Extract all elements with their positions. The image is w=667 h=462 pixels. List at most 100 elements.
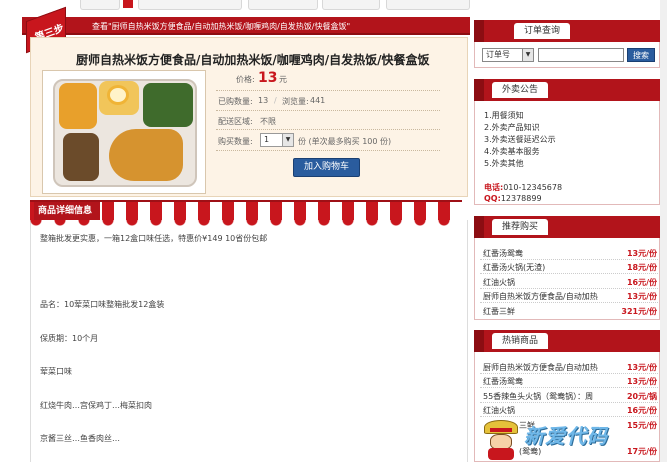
qty-label: 购买数量: xyxy=(218,137,253,146)
item-price: 20元/锅 xyxy=(626,392,657,401)
qq-value: 12378899 xyxy=(500,194,542,203)
area-label: 配送区域: xyxy=(218,117,253,126)
divider xyxy=(480,302,658,303)
item-name[interactable]: 红番汤鸳鸯 xyxy=(483,248,603,259)
item-price: 13元/份 xyxy=(626,363,657,372)
product-photo[interactable] xyxy=(42,70,206,194)
scrollbar[interactable] xyxy=(660,0,667,462)
divider xyxy=(480,288,658,289)
detail-line: 红烧牛肉…宫保鸡丁…梅菜扣肉 xyxy=(40,401,152,410)
recommend-item[interactable]: 红番三鲜 321元/份 xyxy=(483,306,657,319)
phone-line: 电话:010-12345678 xyxy=(484,182,562,193)
top-toolbar-strip xyxy=(0,0,667,16)
detail-tab[interactable]: 商品详细信息 xyxy=(34,202,100,220)
divider xyxy=(480,402,658,403)
price-label: 价格: xyxy=(236,75,255,84)
notice-item[interactable]: 5.外卖其他 xyxy=(484,158,524,169)
product-title: 厨师自热米饭方便食品/自动加热米饭/咖喱鸡肉/自发热饭/快餐盒饭 xyxy=(76,53,430,67)
toolbar-tab[interactable] xyxy=(138,0,242,10)
detail-line: 品名：10荤菜口味整箱批发12盒装 xyxy=(40,300,165,309)
hot-title: 热销商品 xyxy=(492,333,549,349)
egg-image xyxy=(107,85,129,105)
hot-header: 热销商品 xyxy=(474,330,660,352)
notice-title: 外卖公告 xyxy=(492,82,549,98)
order-type-select[interactable]: 订单号 ▼ xyxy=(482,48,534,62)
item-price: 13元/份 xyxy=(626,377,657,386)
divider xyxy=(216,110,440,111)
food-compartment xyxy=(59,83,97,129)
item-price: 16元/份 xyxy=(626,406,657,415)
item-name[interactable]: 厨师自热米饭方便食品/自动加热 xyxy=(483,362,603,373)
notice-item[interactable]: 2.外卖产品知识 xyxy=(484,122,540,133)
search-button[interactable]: 搜索 xyxy=(627,48,655,62)
qty-note: 份 (单次最多购买 100 份) xyxy=(298,137,392,146)
item-price: 13元/份 xyxy=(626,249,657,258)
notice-item[interactable]: 1.用餐须知 xyxy=(484,110,524,121)
awning-scallop xyxy=(30,220,462,226)
item-name[interactable]: 红油火锅 xyxy=(483,405,603,416)
divider xyxy=(480,387,658,388)
divider xyxy=(480,273,658,274)
item-name[interactable]: 红番三鲜 xyxy=(483,306,603,317)
order-search-input[interactable] xyxy=(538,48,624,62)
order-query-header: 订单查询 xyxy=(474,20,660,42)
divider xyxy=(216,150,440,151)
toolbar-tab[interactable] xyxy=(248,0,318,10)
quantity-select[interactable]: 1 ▼ xyxy=(260,133,294,147)
mascot-image xyxy=(482,418,520,460)
brand-mark-icon xyxy=(123,0,133,8)
toolbar-tab[interactable] xyxy=(322,0,380,10)
price-value: 13 xyxy=(258,70,278,86)
toolbar-tab[interactable] xyxy=(80,0,120,10)
phone-label: 电话: xyxy=(484,183,504,192)
phone-value: 010-12345678 xyxy=(503,183,563,192)
item-name[interactable]: 红油火锅 xyxy=(483,277,603,288)
sold-count: 13 xyxy=(258,96,269,105)
item-price: 321元/份 xyxy=(621,307,657,316)
item-name[interactable]: 55香辣鱼头火锅（鸳鸯锅）：周 xyxy=(483,391,603,402)
recommend-title: 推荐购买 xyxy=(492,219,549,235)
quantity-value: 1 xyxy=(264,135,270,144)
recommend-header: 推荐购买 xyxy=(474,216,660,238)
divider xyxy=(480,259,658,260)
divider xyxy=(480,373,658,374)
header-corner xyxy=(474,79,484,101)
notice-item[interactable]: 3.外卖送餐延迟公示 xyxy=(484,134,556,145)
header-corner xyxy=(474,216,484,238)
item-price: 15元/份 xyxy=(626,421,657,430)
order-query-title: 订单查询 xyxy=(514,23,571,39)
separator: / xyxy=(274,96,277,105)
chicken-leg-image xyxy=(109,129,183,181)
divider xyxy=(480,416,658,417)
item-name[interactable]: 红番汤鸳鸯 xyxy=(483,376,603,387)
notice-item[interactable]: 4.外卖基本服务 xyxy=(484,146,540,157)
detail-awning: 商品详细信息 xyxy=(30,200,462,226)
food-compartment xyxy=(143,83,193,127)
views-label: 浏览量: xyxy=(282,97,309,106)
order-type-value: 订单号 xyxy=(486,50,510,59)
item-name[interactable]: 红番汤火锅(无渣) xyxy=(483,262,603,273)
divider xyxy=(216,129,440,130)
header-corner xyxy=(474,330,484,352)
hat-band xyxy=(490,428,512,432)
item-price: 13元/份 xyxy=(626,292,657,301)
qq-label: QQ: xyxy=(484,194,501,203)
item-price: 16元/份 xyxy=(626,278,657,287)
watermark-logo: 新爱代码 xyxy=(524,424,608,448)
body xyxy=(488,448,514,460)
header-corner xyxy=(474,20,484,42)
detail-line: 荤菜口味 xyxy=(40,367,72,376)
item-price: 17元/份 xyxy=(626,447,657,456)
detail-line: 保质期：10个月 xyxy=(40,334,99,343)
breadcrumb[interactable]: 查看"厨师自热米饭方便食品/自动加热米饭/咖喱鸡肉/自发热饭/快餐盒饭" xyxy=(92,21,350,32)
food-compartment xyxy=(63,133,99,181)
price-unit: 元 xyxy=(279,75,287,84)
detail-line: 整箱批发更实惠，一箱12盒口味任选，特惠价¥149 10省份包邮 xyxy=(40,234,268,243)
chevron-down-icon[interactable]: ▼ xyxy=(522,49,533,61)
area-value: 不限 xyxy=(260,117,276,126)
toolbar-tab[interactable] xyxy=(386,0,470,10)
item-name[interactable]: 厨师自热米饭方便食品/自动加热 xyxy=(483,291,603,302)
chevron-down-icon[interactable]: ▼ xyxy=(282,134,293,146)
item-price: 18元/份 xyxy=(626,263,657,272)
add-to-cart-button[interactable]: 加入购物车 xyxy=(293,158,360,177)
